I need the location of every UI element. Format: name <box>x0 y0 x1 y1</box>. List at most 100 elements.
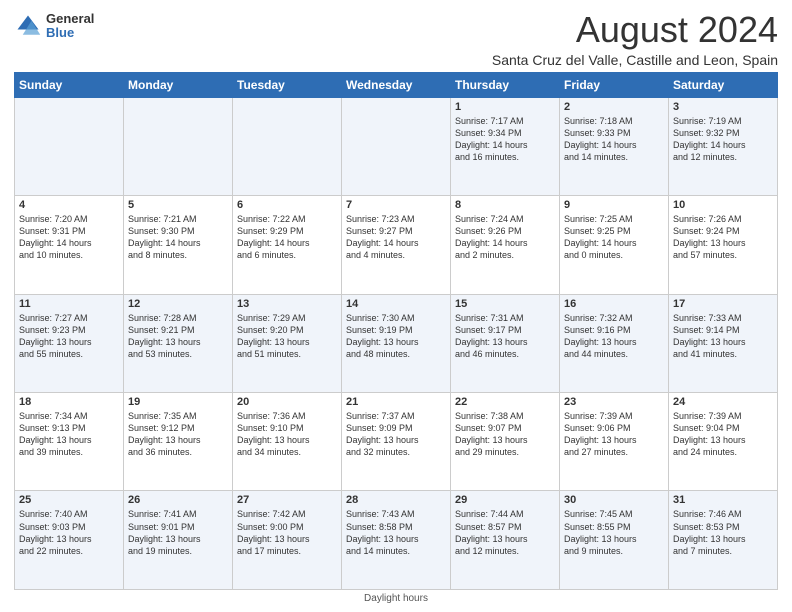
day-info: Sunrise: 7:37 AM Sunset: 9:09 PM Dayligh… <box>346 410 446 459</box>
day-info: Sunrise: 7:26 AM Sunset: 9:24 PM Dayligh… <box>673 213 773 262</box>
day-number: 27 <box>237 494 337 506</box>
day-number: 19 <box>128 396 228 408</box>
title-block: August 2024 Santa Cruz del Valle, Castil… <box>492 10 778 68</box>
day-number: 17 <box>673 298 773 310</box>
day-cell: 5 Sunrise: 7:21 AM Sunset: 9:30 PM Daylig… <box>124 196 233 294</box>
day-info: Sunrise: 7:35 AM Sunset: 9:12 PM Dayligh… <box>128 410 228 459</box>
header-day-thursday: Thursday <box>451 72 560 97</box>
day-info: Sunrise: 7:18 AM Sunset: 9:33 PM Dayligh… <box>564 115 664 164</box>
calendar-table: SundayMondayTuesdayWednesdayThursdayFrid… <box>14 72 778 590</box>
day-number: 31 <box>673 494 773 506</box>
day-cell: 9Sunrise: 7:25 AM Sunset: 9:25 PM Daylig… <box>560 196 669 294</box>
day-cell: 3Sunrise: 7:19 AM Sunset: 9:32 PM Daylig… <box>669 97 778 195</box>
day-cell: 31 Sunrise: 7:46 AM Sunset: 8:53 PM Dayli… <box>669 491 778 590</box>
day-cell: 12Sunrise: 7:28 AM Sunset: 9:21 PM Dayli… <box>124 294 233 392</box>
day-number: 15 <box>455 298 555 310</box>
day-info: Sunrise: 7:20 AM Sunset: 9:31 PM Dayligh… <box>19 213 119 262</box>
day-info: Sunrise: 7:22 AM Sunset: 9:29 PM Dayligh… <box>237 213 337 262</box>
day-cell: 16 Sunrise: 7:32 AM Sunset: 9:16 PM Dayli… <box>560 294 669 392</box>
day-info: Sunrise: 7:45 AM Sunset: 8:55 PM Dayligh… <box>564 508 664 557</box>
day-number: 25 <box>19 494 119 506</box>
day-number: 11 <box>19 298 119 310</box>
day-cell: 24Sunrise: 7:39 AM Sunset: 9:04 PM Dayli… <box>669 393 778 491</box>
day-cell <box>233 97 342 195</box>
day-cell: 28 Sunrise: 7:43 AM Sunset: 8:58 PM Dayli… <box>342 491 451 590</box>
day-number: 28 <box>346 494 446 506</box>
location-subtitle: Santa Cruz del Valle, Castille and Leon,… <box>492 52 778 68</box>
header-day-tuesday: Tuesday <box>233 72 342 97</box>
day-info: Sunrise: 7:30 AM Sunset: 9:19 PM Dayligh… <box>346 312 446 361</box>
day-number: 14 <box>346 298 446 310</box>
logo-blue-text: Blue <box>46 26 94 40</box>
logo: General Blue <box>14 12 94 41</box>
day-number: 13 <box>237 298 337 310</box>
day-cell: 2Sunrise: 7:18 AM Sunset: 9:33 PM Daylig… <box>560 97 669 195</box>
logo-icon <box>14 12 42 40</box>
day-info: Sunrise: 7:46 AM Sunset: 8:53 PM Dayligh… <box>673 508 773 557</box>
day-info: Sunrise: 7:34 AM Sunset: 9:13 PM Dayligh… <box>19 410 119 459</box>
day-info: Sunrise: 7:21 AM Sunset: 9:30 PM Dayligh… <box>128 213 228 262</box>
day-cell: 14 Sunrise: 7:30 AM Sunset: 9:19 PM Dayli… <box>342 294 451 392</box>
day-info: Sunrise: 7:17 AM Sunset: 9:34 PM Dayligh… <box>455 115 555 164</box>
day-info: Sunrise: 7:38 AM Sunset: 9:07 PM Dayligh… <box>455 410 555 459</box>
day-cell: 6 Sunrise: 7:22 AM Sunset: 9:29 PM Daylig… <box>233 196 342 294</box>
day-number: 7 <box>346 199 446 211</box>
day-cell: 22 Sunrise: 7:38 AM Sunset: 9:07 PM Dayli… <box>451 393 560 491</box>
day-number: 4 <box>19 199 119 211</box>
day-cell: 18 Sunrise: 7:34 AM Sunset: 9:13 PM Dayli… <box>15 393 124 491</box>
week-row-2: 4 Sunrise: 7:20 AM Sunset: 9:31 PM Daylig… <box>15 196 778 294</box>
calendar-body: 1 Sunrise: 7:17 AM Sunset: 9:34 PM Daylig… <box>15 97 778 589</box>
day-number: 18 <box>19 396 119 408</box>
day-number: 20 <box>237 396 337 408</box>
day-cell <box>342 97 451 195</box>
day-number: 1 <box>455 101 555 113</box>
day-info: Sunrise: 7:32 AM Sunset: 9:16 PM Dayligh… <box>564 312 664 361</box>
header-day-friday: Friday <box>560 72 669 97</box>
day-cell: 29 Sunrise: 7:44 AM Sunset: 8:57 PM Dayli… <box>451 491 560 590</box>
header-day-wednesday: Wednesday <box>342 72 451 97</box>
day-number: 6 <box>237 199 337 211</box>
day-cell: 4 Sunrise: 7:20 AM Sunset: 9:31 PM Daylig… <box>15 196 124 294</box>
day-info: Sunrise: 7:28 AM Sunset: 9:21 PM Dayligh… <box>128 312 228 361</box>
day-cell: 15 Sunrise: 7:31 AM Sunset: 9:17 PM Dayli… <box>451 294 560 392</box>
month-title: August 2024 <box>492 10 778 50</box>
day-number: 21 <box>346 396 446 408</box>
day-info: Sunrise: 7:29 AM Sunset: 9:20 PM Dayligh… <box>237 312 337 361</box>
week-row-5: 25Sunrise: 7:40 AM Sunset: 9:03 PM Dayli… <box>15 491 778 590</box>
day-info: Sunrise: 7:27 AM Sunset: 9:23 PM Dayligh… <box>19 312 119 361</box>
logo-text: General Blue <box>46 12 94 41</box>
day-info: Sunrise: 7:42 AM Sunset: 9:00 PM Dayligh… <box>237 508 337 557</box>
week-row-3: 11 Sunrise: 7:27 AM Sunset: 9:23 PM Dayli… <box>15 294 778 392</box>
day-info: Sunrise: 7:31 AM Sunset: 9:17 PM Dayligh… <box>455 312 555 361</box>
day-cell: 30 Sunrise: 7:45 AM Sunset: 8:55 PM Dayli… <box>560 491 669 590</box>
day-info: Sunrise: 7:24 AM Sunset: 9:26 PM Dayligh… <box>455 213 555 262</box>
day-cell <box>124 97 233 195</box>
day-number: 30 <box>564 494 664 506</box>
day-number: 5 <box>128 199 228 211</box>
page: General Blue August 2024 Santa Cruz del … <box>0 0 792 612</box>
day-number: 23 <box>564 396 664 408</box>
day-info: Sunrise: 7:39 AM Sunset: 9:06 PM Dayligh… <box>564 410 664 459</box>
day-cell: 19 Sunrise: 7:35 AM Sunset: 9:12 PM Dayli… <box>124 393 233 491</box>
day-number: 22 <box>455 396 555 408</box>
day-info: Sunrise: 7:43 AM Sunset: 8:58 PM Dayligh… <box>346 508 446 557</box>
day-info: Sunrise: 7:44 AM Sunset: 8:57 PM Dayligh… <box>455 508 555 557</box>
calendar-header: SundayMondayTuesdayWednesdayThursdayFrid… <box>15 72 778 97</box>
day-cell: 8Sunrise: 7:24 AM Sunset: 9:26 PM Daylig… <box>451 196 560 294</box>
day-cell: 17Sunrise: 7:33 AM Sunset: 9:14 PM Dayli… <box>669 294 778 392</box>
day-cell: 21 Sunrise: 7:37 AM Sunset: 9:09 PM Dayli… <box>342 393 451 491</box>
header-day-sunday: Sunday <box>15 72 124 97</box>
day-cell: 25Sunrise: 7:40 AM Sunset: 9:03 PM Dayli… <box>15 491 124 590</box>
day-cell: 26Sunrise: 7:41 AM Sunset: 9:01 PM Dayli… <box>124 491 233 590</box>
day-info: Sunrise: 7:19 AM Sunset: 9:32 PM Dayligh… <box>673 115 773 164</box>
day-number: 16 <box>564 298 664 310</box>
day-info: Sunrise: 7:39 AM Sunset: 9:04 PM Dayligh… <box>673 410 773 459</box>
day-cell: 27 Sunrise: 7:42 AM Sunset: 9:00 PM Dayli… <box>233 491 342 590</box>
day-number: 29 <box>455 494 555 506</box>
day-info: Sunrise: 7:23 AM Sunset: 9:27 PM Dayligh… <box>346 213 446 262</box>
day-cell <box>15 97 124 195</box>
header-day-monday: Monday <box>124 72 233 97</box>
week-row-4: 18 Sunrise: 7:34 AM Sunset: 9:13 PM Dayli… <box>15 393 778 491</box>
day-info: Sunrise: 7:25 AM Sunset: 9:25 PM Dayligh… <box>564 213 664 262</box>
day-cell: 13 Sunrise: 7:29 AM Sunset: 9:20 PM Dayli… <box>233 294 342 392</box>
